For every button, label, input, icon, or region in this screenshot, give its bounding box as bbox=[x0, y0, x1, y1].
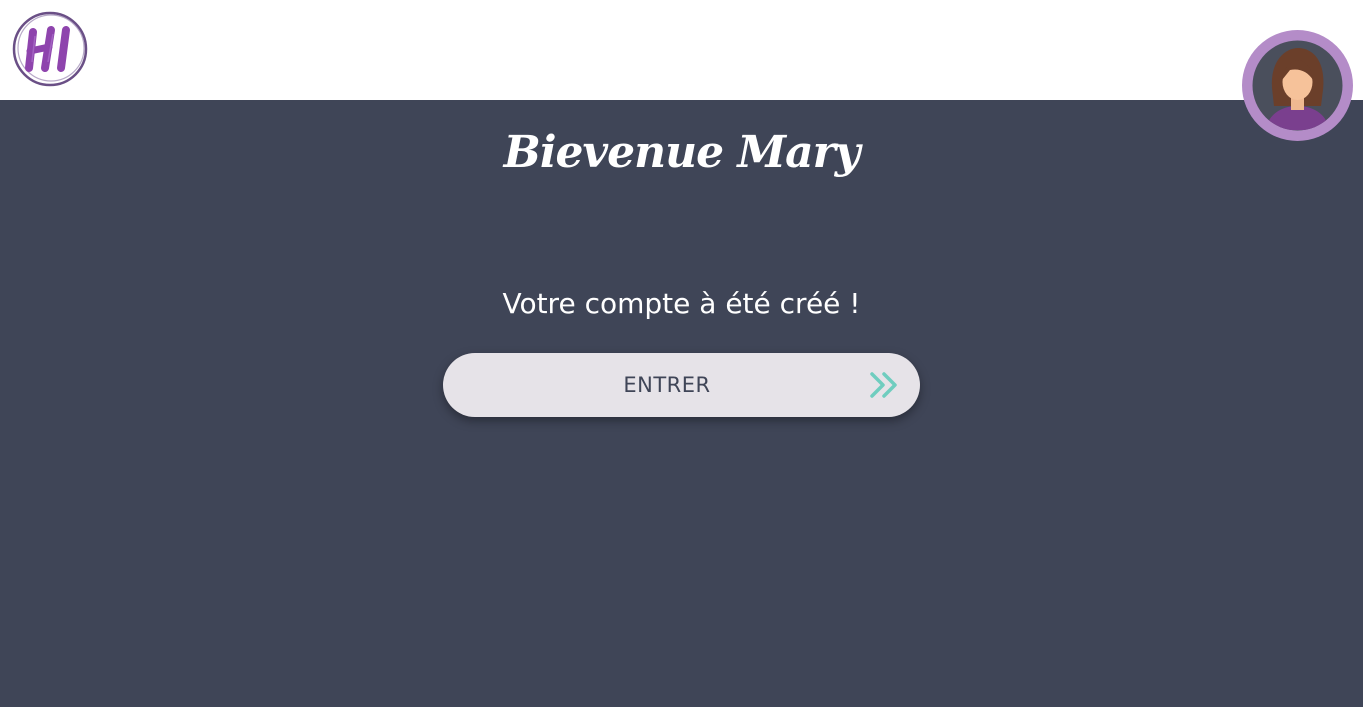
app-root: Bievenue Mary Votre compte à été créé ! … bbox=[0, 0, 1363, 707]
user-avatar-icon[interactable] bbox=[1242, 30, 1353, 141]
account-created-message: Votre compte à été créé ! bbox=[502, 287, 861, 320]
double-chevron-right-icon bbox=[868, 371, 902, 399]
top-bar bbox=[0, 0, 1363, 100]
enter-button-label: ENTRER bbox=[623, 373, 711, 397]
hi-logo-icon[interactable] bbox=[11, 10, 89, 88]
enter-button[interactable]: ENTRER bbox=[443, 353, 920, 417]
welcome-title: Bievenue Mary bbox=[503, 127, 861, 178]
